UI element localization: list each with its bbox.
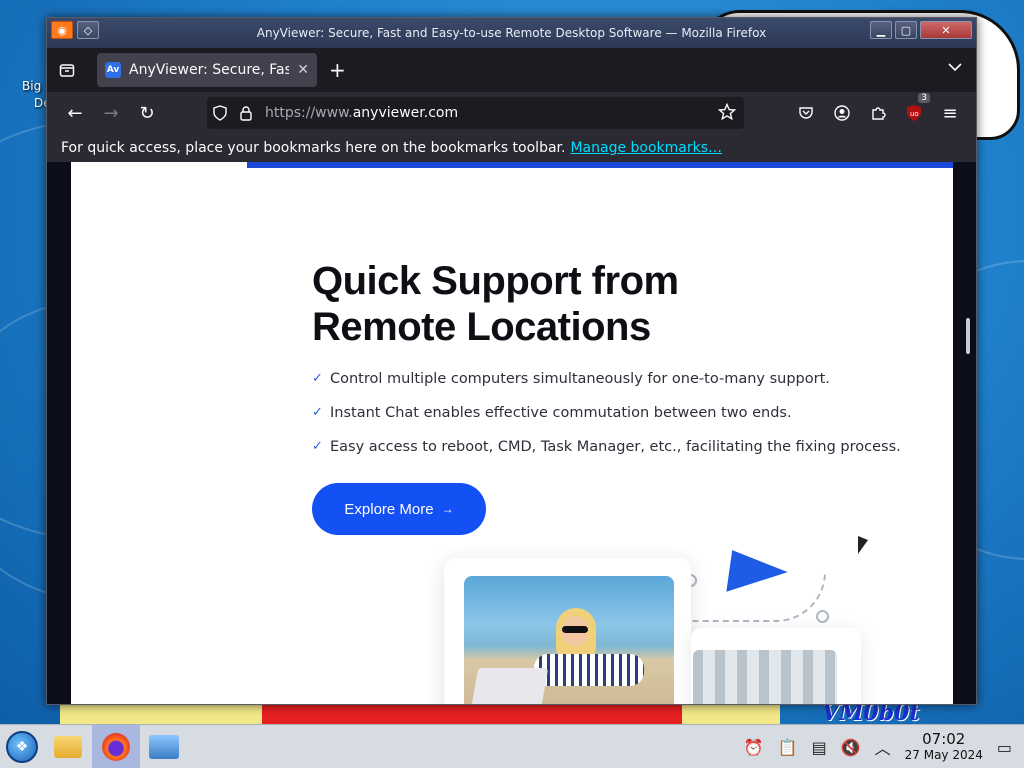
- show-hidden-icons-chevron-icon[interactable]: ︿: [875, 735, 891, 759]
- office-photo-card: [691, 628, 861, 704]
- close-tab-icon[interactable]: ✕: [297, 62, 309, 78]
- office-photo: [693, 650, 837, 704]
- feature-item: ✓ Easy access to reboot, CMD, Task Manage…: [312, 439, 901, 455]
- checkmark-icon: ✓: [312, 371, 323, 386]
- maximize-button[interactable]: ▢: [895, 21, 917, 39]
- account-icon[interactable]: [826, 97, 858, 129]
- firefox-icon: [102, 732, 130, 761]
- feature-item: ✓ Instant Chat enables effective commutat…: [312, 405, 792, 421]
- new-tab-button[interactable]: +: [329, 58, 346, 82]
- url-text[interactable]: https://www.anyviewer.com: [265, 105, 458, 121]
- reload-button[interactable]: ↻: [129, 97, 165, 129]
- start-orb-icon: ❖: [6, 730, 38, 763]
- feature-list: ✓ Control multiple computers simultaneous…: [312, 371, 901, 473]
- show-desktop-icon[interactable]: ▭: [997, 738, 1012, 757]
- illustration-card: [444, 558, 691, 704]
- path-node-decoration: [816, 610, 829, 623]
- anyviewer-favicon-icon: Av: [105, 62, 121, 78]
- volume-muted-icon[interactable]: 🔇: [841, 738, 861, 757]
- address-bar[interactable]: https://www.anyviewer.com: [207, 97, 744, 129]
- paper-plane-icon: [726, 550, 790, 600]
- list-all-tabs-icon[interactable]: [948, 60, 962, 76]
- bookmarks-hint-text: For quick access, place your bookmarks h…: [61, 140, 566, 156]
- bookmarks-toolbar: For quick access, place your bookmarks h…: [47, 134, 976, 162]
- feature-item: ✓ Control multiple computers simultaneous…: [312, 371, 830, 387]
- alarm-clock-icon[interactable]: ⏰: [744, 738, 764, 757]
- bookmark-star-icon[interactable]: [717, 102, 737, 125]
- minimize-button[interactable]: ▁: [870, 21, 892, 39]
- start-menu-button[interactable]: ❖: [0, 725, 44, 768]
- close-window-button[interactable]: ✕: [920, 21, 972, 39]
- window-title: AnyViewer: Secure, Fast and Easy-to-use …: [256, 26, 767, 40]
- clock[interactable]: 07:02 27 May 2024: [905, 731, 983, 763]
- extensions-puzzle-icon[interactable]: [862, 97, 894, 129]
- checkmark-icon: ✓: [312, 439, 323, 454]
- back-button[interactable]: ←: [57, 97, 93, 129]
- system-tray: ⏰ 📋 ▤ 🔇 ︿ 07:02 27 May 2024 ▭: [744, 725, 1024, 768]
- mouse-cursor-icon: [858, 536, 868, 554]
- forward-button[interactable]: →: [93, 97, 129, 129]
- system-settings-taskbar-icon[interactable]: [140, 725, 188, 768]
- navigation-toolbar: ← → ↻ https://www.anyviewer.com uo 3 ≡: [47, 92, 976, 134]
- system-monitor-icon: [149, 734, 179, 759]
- tab-anyviewer[interactable]: Av AnyViewer: Secure, Fast ✕: [97, 53, 317, 87]
- manage-bookmarks-link[interactable]: Manage bookmarks…: [570, 140, 722, 156]
- storage-device-icon[interactable]: ▤: [812, 738, 827, 757]
- lock-icon[interactable]: [233, 105, 259, 121]
- taskbar: ❖ ⏰ 📋 ▤ 🔇 ︿ 07:02 27 May 2024 ▭: [0, 724, 1024, 768]
- page-scrollbar-thumb[interactable]: [966, 318, 970, 354]
- svg-text:uo: uo: [910, 110, 919, 118]
- tracking-protection-shield-icon[interactable]: [207, 105, 233, 121]
- firefox-view-icon[interactable]: [47, 48, 87, 92]
- woman-with-laptop-photo: [464, 576, 674, 704]
- firefox-taskbar-button[interactable]: [92, 724, 140, 768]
- tab-bar: Av AnyViewer: Secure, Fast ✕ +: [47, 48, 976, 92]
- explore-more-button[interactable]: Explore More →: [312, 483, 486, 535]
- arrow-right-icon: →: [441, 502, 454, 516]
- window-titlebar[interactable]: ◉ ◇ AnyViewer: Secure, Fast and Easy-to-…: [47, 18, 976, 48]
- clipboard-icon[interactable]: 📋: [778, 738, 798, 757]
- pocket-icon[interactable]: [790, 97, 822, 129]
- section-heading: Quick Support from Remote Locations: [312, 259, 679, 349]
- ublock-origin-icon[interactable]: uo 3: [898, 93, 930, 129]
- firefox-window: ◉ ◇ AnyViewer: Secure, Fast and Easy-to-…: [46, 17, 977, 705]
- webpage: Quick Support from Remote Locations ✓ Con…: [71, 162, 953, 704]
- page-viewport: Quick Support from Remote Locations ✓ Con…: [47, 162, 976, 704]
- section-top-accent-line: [247, 162, 953, 168]
- tab-title: AnyViewer: Secure, Fast: [129, 62, 290, 78]
- folder-icon: [54, 735, 82, 758]
- checkmark-icon: ✓: [312, 405, 323, 420]
- file-manager-taskbar-icon[interactable]: [44, 725, 92, 768]
- extension-badge: 3: [918, 93, 930, 103]
- app-menu-hamburger-icon[interactable]: ≡: [934, 97, 966, 129]
